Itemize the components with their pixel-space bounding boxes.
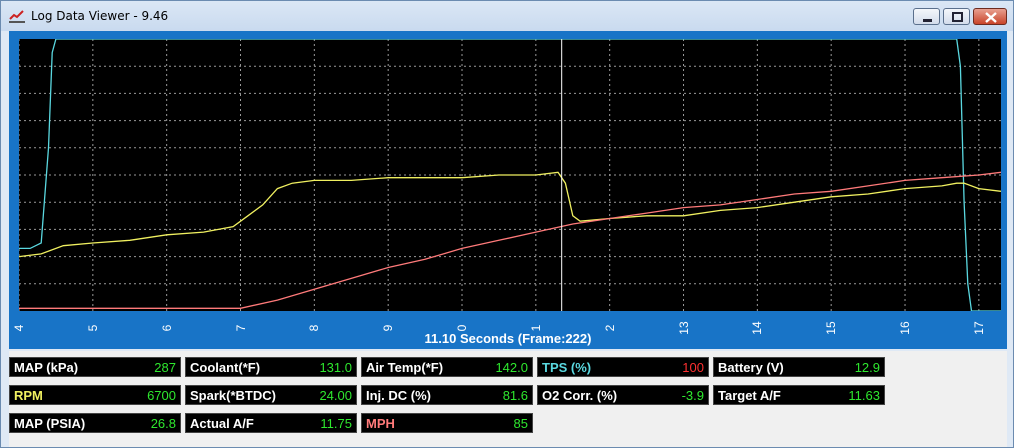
readout-value: 11.75 xyxy=(320,416,352,431)
log-chart[interactable] xyxy=(19,39,1001,311)
readout-value: 81.6 xyxy=(502,388,528,403)
window-title: Log Data Viewer - 9.46 xyxy=(31,9,169,23)
readout-value: 142.0 xyxy=(495,360,528,375)
readout-value: 26.8 xyxy=(150,416,176,431)
readout-label: Spark(*BTDC) xyxy=(190,388,276,403)
readout-label: Actual A/F xyxy=(190,416,254,431)
readout-value: 100 xyxy=(682,360,704,375)
readout-label: O2 Corr. (%) xyxy=(542,388,618,403)
readout-label: RPM xyxy=(14,388,43,403)
readout-tps: TPS (%) 100 xyxy=(537,357,709,377)
readout-rpm: RPM 6700 xyxy=(9,385,181,405)
readout-label: MAP (kPa) xyxy=(14,360,79,375)
readout-map-psia: MAP (PSIA) 26.8 xyxy=(9,413,181,433)
readout-value: 24.00 xyxy=(319,388,352,403)
close-icon xyxy=(985,12,997,23)
readout-actual-a-f: Actual A/F 11.75 xyxy=(185,413,357,433)
readout-label: Inj. DC (%) xyxy=(366,388,431,403)
readout-label: TPS (%) xyxy=(542,360,592,375)
readout-battery-v: Battery (V) 12.9 xyxy=(713,357,885,377)
title-bar[interactable]: Log Data Viewer - 9.46 xyxy=(1,1,1013,31)
readout-label: Battery (V) xyxy=(718,360,784,375)
readout-o2-corr: O2 Corr. (%) -3.9 xyxy=(537,385,709,405)
log-viewer-window: Log Data Viewer - 9.46 4 5 6 7 8 9 0 1 2 13 14 15 16… xyxy=(0,0,1014,448)
readout-value: 12.9 xyxy=(854,360,880,375)
readout-value: 131.0 xyxy=(319,360,352,375)
x-axis-label: 11.10 Seconds (Frame:222) xyxy=(424,331,592,346)
readout-inj-dc: Inj. DC (%) 81.6 xyxy=(361,385,533,405)
readout-value: -3.9 xyxy=(681,388,704,403)
readout-value: 287 xyxy=(154,360,176,375)
minimize-button[interactable] xyxy=(913,8,940,25)
close-button[interactable] xyxy=(973,8,1007,25)
readout-label: MAP (PSIA) xyxy=(14,416,86,431)
minimize-icon xyxy=(923,19,932,22)
readout-target-a-f: Target A/F 11.63 xyxy=(713,385,885,405)
maximize-icon xyxy=(952,12,963,22)
readout-map-kpa: MAP (kPa) 287 xyxy=(9,357,181,377)
chart-app-icon xyxy=(9,10,25,23)
readout-label: MPH xyxy=(366,416,395,431)
readout-value: 85 xyxy=(513,416,528,431)
readout-mph: MPH 85 xyxy=(361,413,533,433)
readout-value: 6700 xyxy=(147,388,176,403)
readout-air-temp-f: Air Temp(*F) 142.0 xyxy=(361,357,533,377)
maximize-button[interactable] xyxy=(943,8,970,25)
plot-frame: 4 5 6 7 8 9 0 1 2 13 14 15 16 17 11.10 Seconds (Frame… xyxy=(9,31,1007,349)
readout-panel: MAP (kPa) 287 Coolant(*F) 131.0 Air Temp(*F)… xyxy=(9,351,1007,447)
readout-label: Air Temp(*F) xyxy=(366,360,444,375)
readout-value: 11.63 xyxy=(848,388,880,403)
readout-spark-btdc: Spark(*BTDC) 24.00 xyxy=(185,385,357,405)
readout-label: Coolant(*F) xyxy=(190,360,261,375)
readout-coolant-f: Coolant(*F) 131.0 xyxy=(185,357,357,377)
readout-label: Target A/F xyxy=(718,388,781,403)
